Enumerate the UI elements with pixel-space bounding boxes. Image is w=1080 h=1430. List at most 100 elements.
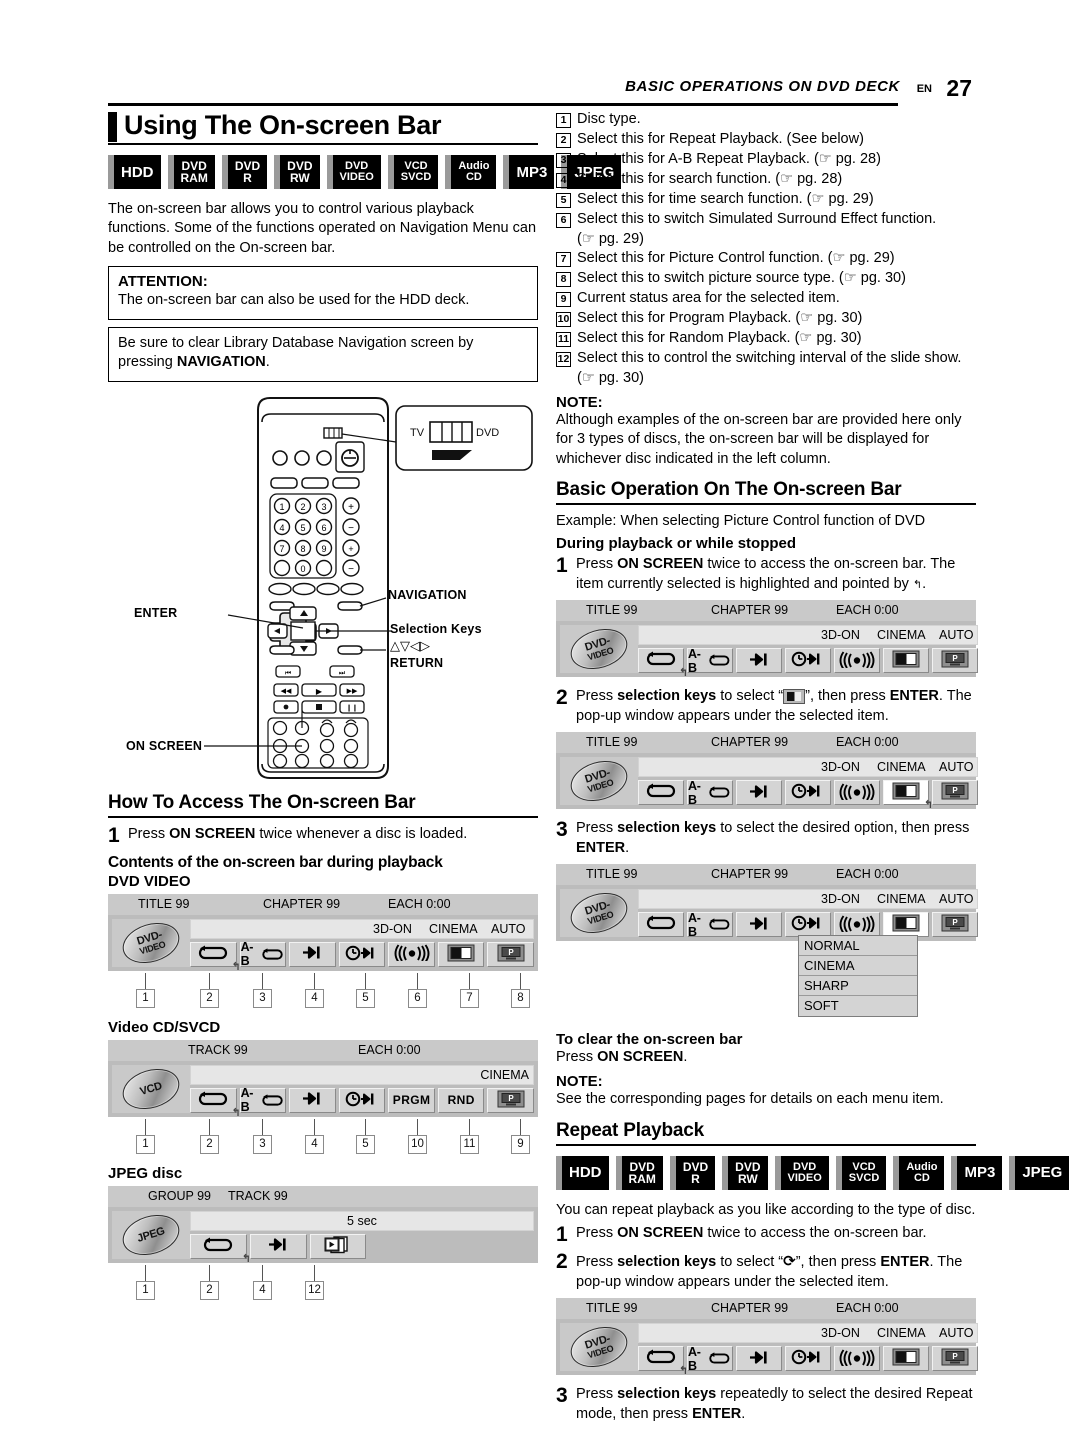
- onscreen-bar-cell-picture-control[interactable]: ↰: [883, 780, 933, 810]
- onscreen-bar-cell-surround[interactable]: [834, 780, 880, 806]
- legend-text: Current status area for the selected ite…: [577, 289, 840, 306]
- onscreen-bar-cell-time-search[interactable]: [785, 1346, 831, 1372]
- popup-option-cinema[interactable]: CINEMA: [799, 956, 917, 976]
- legend-text: Select this for time search function. (☞…: [577, 190, 874, 207]
- repeat-step-3: 3 Press selection keys repeatedly to sel…: [556, 1385, 976, 1424]
- callout-leader: [145, 972, 146, 989]
- selection-keys-keyword: selection keys: [617, 688, 717, 705]
- onscreen-bar-cell-repeat[interactable]: ↰: [638, 648, 688, 678]
- popup-option-normal[interactable]: NORMAL: [799, 936, 917, 956]
- onscreen-bar-cell-source-type[interactable]: P: [932, 780, 978, 806]
- onscreen-bar-title-field: EACH 0:00: [836, 867, 899, 881]
- svg-text:P: P: [952, 918, 958, 927]
- remote-label-selection-keys: Selection Keys: [390, 621, 482, 636]
- svg-text:TV: TV: [410, 427, 425, 439]
- onscreen-bar-cell-repeat[interactable]: ↰: [190, 941, 241, 972]
- onscreen-bar-cell-search[interactable]: [249, 1233, 307, 1259]
- onscreen-bar-cell-search[interactable]: [289, 1087, 336, 1113]
- popup-option-soft[interactable]: SOFT: [799, 996, 917, 1016]
- onscreen-bar-cell-slideshow[interactable]: [309, 1233, 367, 1259]
- onscreen-bar-cell-repeat[interactable]: [638, 780, 684, 806]
- onscreen-bar-cell-search[interactable]: [736, 1346, 782, 1372]
- legend-row: 6 Select this to switch Simulated Surroun…: [556, 210, 976, 229]
- on-screen-keyword: ON SCREEN: [169, 825, 256, 842]
- onscreen-bar-cell-repeat[interactable]: ↰: [638, 1346, 688, 1376]
- legend-number: 10: [556, 311, 571, 327]
- onscreen-bar-cell-ab-repeat[interactable]: A-B: [687, 1345, 733, 1373]
- callouts-dvd-video: 1 2 3 4 5 6 7 8: [108, 972, 538, 1015]
- page-number: 27: [946, 75, 972, 101]
- disc-icon: DVD- VIDEO: [565, 754, 633, 808]
- onscreen-bar-cell-prgm[interactable]: PRGM: [388, 1087, 435, 1113]
- onscreen-bar-icon-row: ↰ A-B P: [638, 1345, 978, 1376]
- svg-text:3: 3: [321, 502, 326, 512]
- onscreen-bar-cell-ab-repeat[interactable]: A-B: [239, 940, 287, 968]
- onscreen-bar-cell-surround[interactable]: [834, 912, 880, 937]
- onscreen-bar-cell-repeat[interactable]: ↰: [190, 1087, 241, 1118]
- svg-text:4: 4: [279, 523, 284, 533]
- onscreen-bar-title-strip: TITLE 99 CHAPTER 99 EACH 0:00: [556, 600, 976, 622]
- example-text: Example: When selecting Picture Control …: [556, 513, 926, 530]
- surround-effect-icon: [839, 783, 875, 803]
- onscreen-bar-cell-repeat[interactable]: [638, 912, 684, 937]
- basic-step-1-a: Press: [576, 556, 618, 573]
- remote-label-navigation: NAVIGATION: [388, 587, 467, 602]
- popup-option-sharp[interactable]: SHARP: [799, 976, 917, 996]
- legend-number: 4: [556, 172, 571, 188]
- onscreen-bar-cell-ab-repeat[interactable]: A-B: [687, 779, 733, 807]
- onscreen-bar-cell-source-type[interactable]: P: [932, 1346, 978, 1372]
- onscreen-bar-title-field: EACH 0:00: [836, 735, 899, 750]
- onscreen-bar-cell-ab-repeat[interactable]: A-B: [239, 1086, 287, 1114]
- callout: 2: [200, 972, 219, 1008]
- onscreen-bar-cell-repeat[interactable]: ↰: [190, 1233, 251, 1264]
- onscreen-bar-cell-ab-repeat[interactable]: A-B: [687, 647, 733, 675]
- onscreen-bar-cell-source-type[interactable]: P: [932, 648, 978, 674]
- onscreen-bar-cell-time-search[interactable]: [338, 941, 386, 967]
- onscreen-bar-cell-source-type[interactable]: P: [932, 912, 978, 937]
- onscreen-bar-cell-picture-control[interactable]: [437, 941, 485, 967]
- callout: 2: [200, 1118, 219, 1154]
- repeat-playback-heading: Repeat Playback: [556, 1119, 705, 1141]
- onscreen-bar-cell-search[interactable]: [736, 780, 782, 806]
- navigation-keyword: NAVIGATION: [176, 354, 266, 371]
- callout-leader: [262, 1264, 263, 1281]
- note1-text: Although examples of the on-screen bar a…: [556, 411, 962, 467]
- onscreen-bar-cell-time-search[interactable]: [338, 1087, 386, 1113]
- onscreen-bar-cell-time-search[interactable]: [785, 780, 831, 806]
- onscreen-bar-step3: TITLE 99 CHAPTER 99 EACH 0:00 DVD- VIDEO 3D-O…: [556, 864, 978, 1017]
- badge-line2: VIDEO: [339, 171, 374, 184]
- onscreen-bar-controls: 3D-ON CINEMA AUTO A-B P: [638, 889, 978, 939]
- disc-icon-label: DVD- VIDEO: [583, 635, 615, 663]
- note2-title: NOTE:: [556, 1073, 603, 1091]
- onscreen-bar-cell-surround[interactable]: [834, 648, 880, 674]
- repeat-step-3-number: 3: [556, 1384, 568, 1408]
- onscreen-bar-cell-search[interactable]: [289, 941, 336, 967]
- onscreen-bar-cell-source-type[interactable]: P: [487, 941, 535, 967]
- legend-row: 2 Select this for Repeat Playback. (See b…: [556, 130, 976, 149]
- onscreen-bar-cell-search[interactable]: [736, 648, 782, 674]
- callout: 1: [136, 1264, 155, 1300]
- disc-icon: DVD- VIDEO: [565, 886, 633, 940]
- repeat-playback-rule: [556, 1143, 976, 1146]
- onscreen-bar-cell-source-type[interactable]: P: [487, 1087, 535, 1113]
- status-value: AUTO: [939, 1326, 974, 1341]
- onscreen-bar-title-field: TRACK 99: [188, 1042, 248, 1057]
- onscreen-bar-cell-picture-control[interactable]: [883, 1346, 929, 1372]
- basic-step-2-a: Press: [576, 688, 618, 705]
- onscreen-bar-cell-search[interactable]: [736, 912, 782, 937]
- onscreen-bar-cell-picture-control[interactable]: [883, 912, 929, 937]
- legend-text: Select this to control the switching int…: [577, 349, 962, 366]
- status-value: CINEMA: [877, 1326, 926, 1341]
- picture-control-popup[interactable]: NORMAL CINEMA SHARP SOFT: [798, 935, 918, 1017]
- onscreen-bar-cell-rnd[interactable]: RND: [437, 1087, 485, 1113]
- onscreen-bar-cell-ab-repeat[interactable]: A-B: [687, 911, 733, 939]
- svg-text:▶▶: ▶▶: [347, 687, 358, 695]
- onscreen-bar-cell-surround[interactable]: [834, 1346, 880, 1372]
- onscreen-bar-cell-time-search[interactable]: [785, 648, 831, 674]
- onscreen-bar-cell-picture-control[interactable]: [883, 648, 929, 674]
- basic-step-2-c: to select “: [716, 688, 784, 705]
- disc-icon: DVD- VIDEO: [565, 622, 633, 676]
- onscreen-bar-cell-time-search[interactable]: [785, 912, 831, 937]
- onscreen-bar-cell-surround[interactable]: [388, 941, 435, 967]
- selection-keys-keyword: selection keys: [617, 1254, 717, 1271]
